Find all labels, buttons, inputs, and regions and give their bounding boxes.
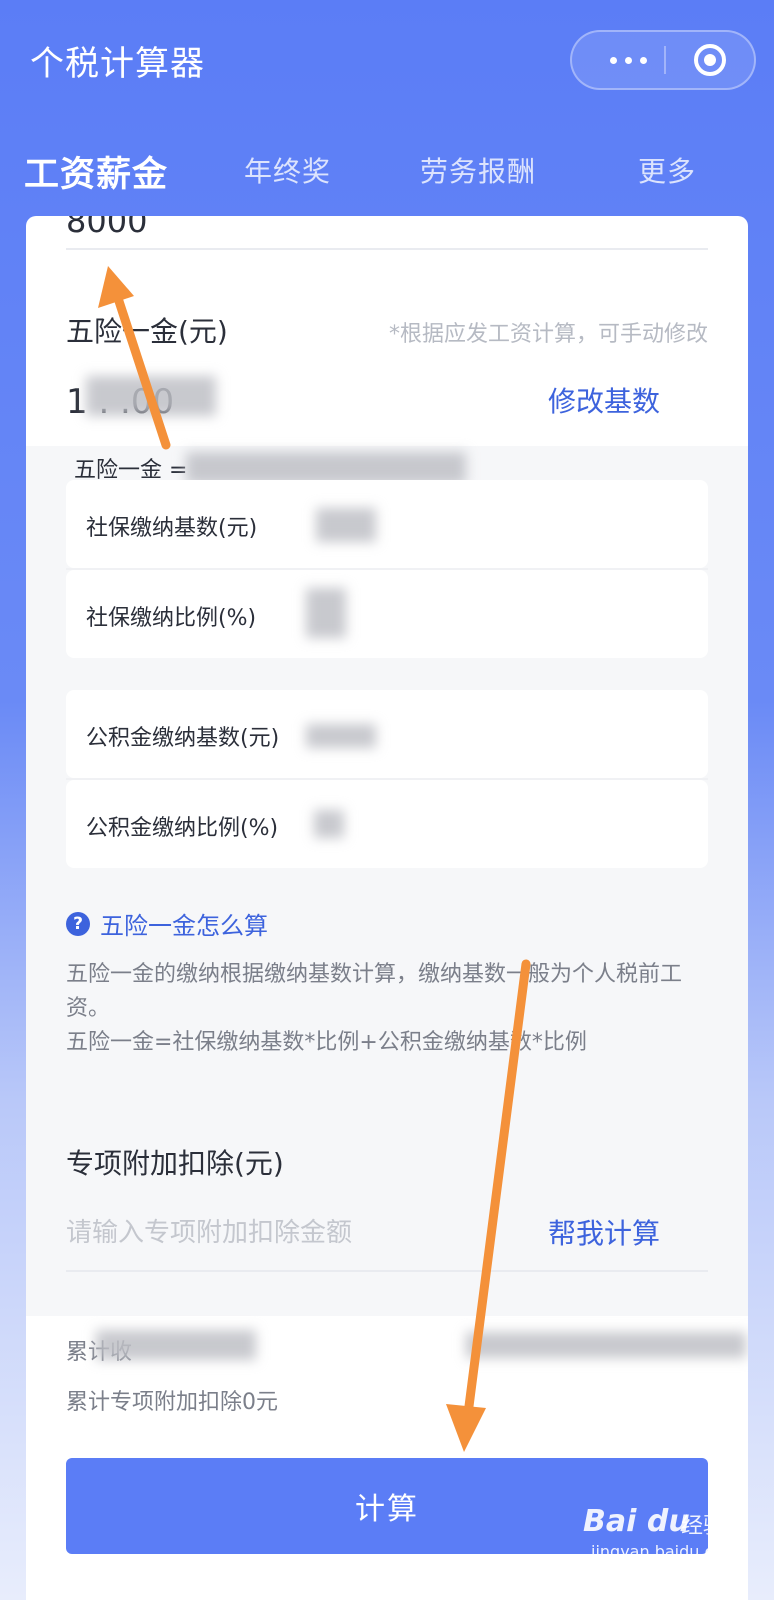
help-calculate-link[interactable]: 帮我计算: [548, 1212, 660, 1252]
row-label: 社保缴纳基数(元): [86, 516, 258, 541]
insurance-help[interactable]: ? 五险一金怎么算: [66, 906, 268, 941]
capsule-divider: [664, 46, 666, 74]
question-icon: ?: [66, 911, 90, 936]
more-dots-icon: [609, 56, 617, 64]
deduction-input[interactable]: 请输入专项附加扣除金额: [66, 1212, 352, 1249]
tab-salary[interactable]: 工资薪金: [24, 146, 168, 197]
redacted-tax: [466, 1332, 746, 1358]
baidu-watermark: Bai du 经验 jingyan.baidu.com: [583, 1504, 753, 1564]
modify-base-link[interactable]: 修改基数: [548, 380, 660, 420]
cumulative-deduction: 累计专项附加扣除0元: [66, 1390, 278, 1415]
tab-more[interactable]: 更多: [638, 150, 696, 190]
redacted-value: [316, 508, 376, 542]
redacted-value: [306, 724, 376, 748]
tab-bar: 工资薪金 年终奖 劳务报酬 更多: [0, 150, 774, 210]
watermark-brand: Bai du: [583, 1504, 690, 1539]
main-card: 8000 五险一金(元) *根据应发工资计算，可手动修改 1 . .00 修改基…: [26, 216, 748, 1600]
help-line-2: 五险一金=社保缴纳基数*比例+公积金缴纳基数*比例: [66, 1030, 587, 1055]
housing-fund-base-row[interactable]: 公积金缴纳基数(元): [66, 690, 708, 778]
redacted-value: [306, 588, 346, 638]
salary-input-value[interactable]: 8000: [66, 216, 147, 240]
help-title: 五险一金怎么算: [100, 912, 268, 940]
watermark-cn: 经验: [681, 1514, 726, 1539]
redacted-income: [96, 1330, 256, 1360]
watermark-url: jingyan.baidu.com: [591, 1542, 739, 1561]
row-label: 公积金缴纳基数(元): [86, 726, 280, 751]
help-text: 五险一金的缴纳根据缴纳基数计算，缴纳基数一般为个人税前工资。 五险一金=社保缴纳…: [66, 958, 706, 1060]
row-label: 社保缴纳比例(%): [86, 606, 257, 631]
insurance-hint: *根据应发工资计算，可手动修改: [388, 322, 708, 347]
tab-labor-remuneration[interactable]: 劳务报酬: [420, 150, 536, 190]
insurance-label: 五险一金(元): [66, 315, 228, 348]
divider: [66, 1270, 708, 1272]
deduction-label: 专项附加扣除(元): [66, 1147, 284, 1180]
housing-fund-rate-row[interactable]: 公积金缴纳比例(%): [66, 780, 708, 868]
help-line-1: 五险一金的缴纳根据缴纳基数计算，缴纳基数一般为个人税前工资。: [66, 962, 683, 1021]
page-title: 个税计算器: [30, 44, 205, 84]
redacted-amount: [86, 376, 216, 416]
close-target-icon[interactable]: [692, 42, 728, 78]
row-label: 公积金缴纳比例(%): [86, 816, 279, 841]
divider: [66, 248, 708, 250]
tab-year-end-bonus[interactable]: 年终奖: [244, 150, 331, 190]
more-menu-button[interactable]: [592, 32, 664, 88]
social-security-rate-row[interactable]: 社保缴纳比例(%): [66, 570, 708, 658]
mini-program-capsule: [570, 30, 756, 90]
redacted-value: [314, 810, 344, 838]
social-security-base-row[interactable]: 社保缴纳基数(元): [66, 480, 708, 568]
